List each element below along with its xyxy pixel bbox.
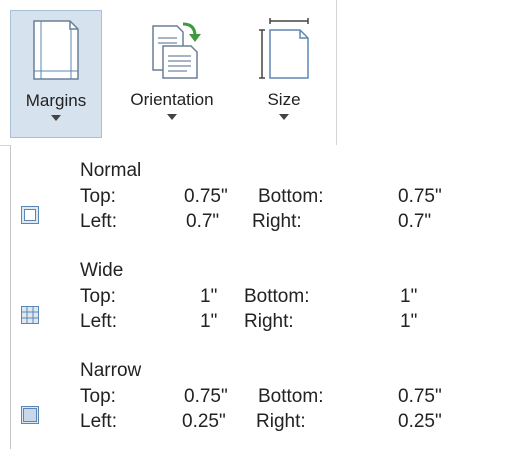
left-label: Left: — [80, 311, 117, 332]
page-layout-ribbon: Margins Orientation Size — [0, 0, 337, 146]
margin-option-narrow[interactable]: Narrow Top: 0.75" Bottom: 0.75" Left: 0.… — [11, 359, 532, 459]
left-value: 0.7" — [186, 211, 220, 232]
chevron-down-icon — [240, 114, 328, 120]
size-icon — [240, 18, 328, 80]
top-value: 0.75" — [184, 186, 228, 207]
bottom-value: 0.75" — [398, 186, 442, 207]
left-value: 0.25" — [182, 411, 226, 432]
margin-row-left-right: Left: 0.25" Right: 0.25" — [80, 410, 520, 434]
size-button[interactable]: Size — [240, 10, 328, 138]
normal-margins-icon — [21, 206, 39, 224]
margin-row-top-bottom: Top: 1" Bottom: 1" — [80, 285, 520, 309]
orientation-icon — [110, 18, 234, 80]
top-value: 0.75" — [184, 386, 228, 407]
top-label: Top: — [80, 286, 116, 307]
margin-row-left-right: Left: 0.7" Right: 0.7" — [80, 210, 520, 234]
left-label: Left: — [80, 411, 117, 432]
orientation-button[interactable]: Orientation — [110, 10, 234, 138]
margins-button-label: Margins — [25, 91, 87, 110]
margin-option-name: Narrow — [80, 360, 142, 381]
right-value: 0.25" — [398, 411, 442, 432]
bottom-label: Bottom: — [258, 186, 324, 207]
margin-row-top-bottom: Top: 0.75" Bottom: 0.75" — [80, 185, 520, 209]
margin-option-name: Wide — [80, 260, 124, 281]
margin-row-top-bottom: Top: 0.75" Bottom: 0.75" — [80, 385, 520, 409]
size-button-label: Size — [267, 90, 301, 109]
bottom-value: 0.75" — [398, 386, 442, 407]
top-value: 1" — [200, 286, 218, 307]
chevron-down-icon — [11, 115, 101, 121]
margins-dropdown-menu: Normal Top: 0.75" Bottom: 0.75" Left: 0.… — [10, 145, 532, 449]
bottom-label: Bottom: — [244, 286, 310, 307]
left-label: Left: — [80, 211, 117, 232]
margin-row-left-right: Left: 1" Right: 1" — [80, 310, 520, 334]
top-label: Top: — [80, 186, 116, 207]
top-label: Top: — [80, 386, 116, 407]
margin-option-name: Normal — [80, 160, 142, 181]
bottom-label: Bottom: — [258, 386, 324, 407]
margin-option-normal[interactable]: Normal Top: 0.75" Bottom: 0.75" Left: 0.… — [11, 159, 532, 259]
margin-option-wide[interactable]: Wide Top: 1" Bottom: 1" Left: 1" Right: … — [11, 259, 532, 359]
chevron-down-icon — [110, 114, 234, 120]
margins-icon — [11, 19, 101, 81]
right-value: 1" — [400, 311, 418, 332]
wide-margins-icon — [21, 306, 39, 324]
right-label: Right: — [252, 211, 302, 232]
right-label: Right: — [244, 311, 294, 332]
orientation-button-label: Orientation — [130, 90, 214, 109]
narrow-margins-icon — [21, 406, 39, 424]
margins-button[interactable]: Margins — [10, 10, 102, 138]
right-label: Right: — [256, 411, 306, 432]
bottom-value: 1" — [400, 286, 418, 307]
left-value: 1" — [200, 311, 218, 332]
right-value: 0.7" — [398, 211, 432, 232]
